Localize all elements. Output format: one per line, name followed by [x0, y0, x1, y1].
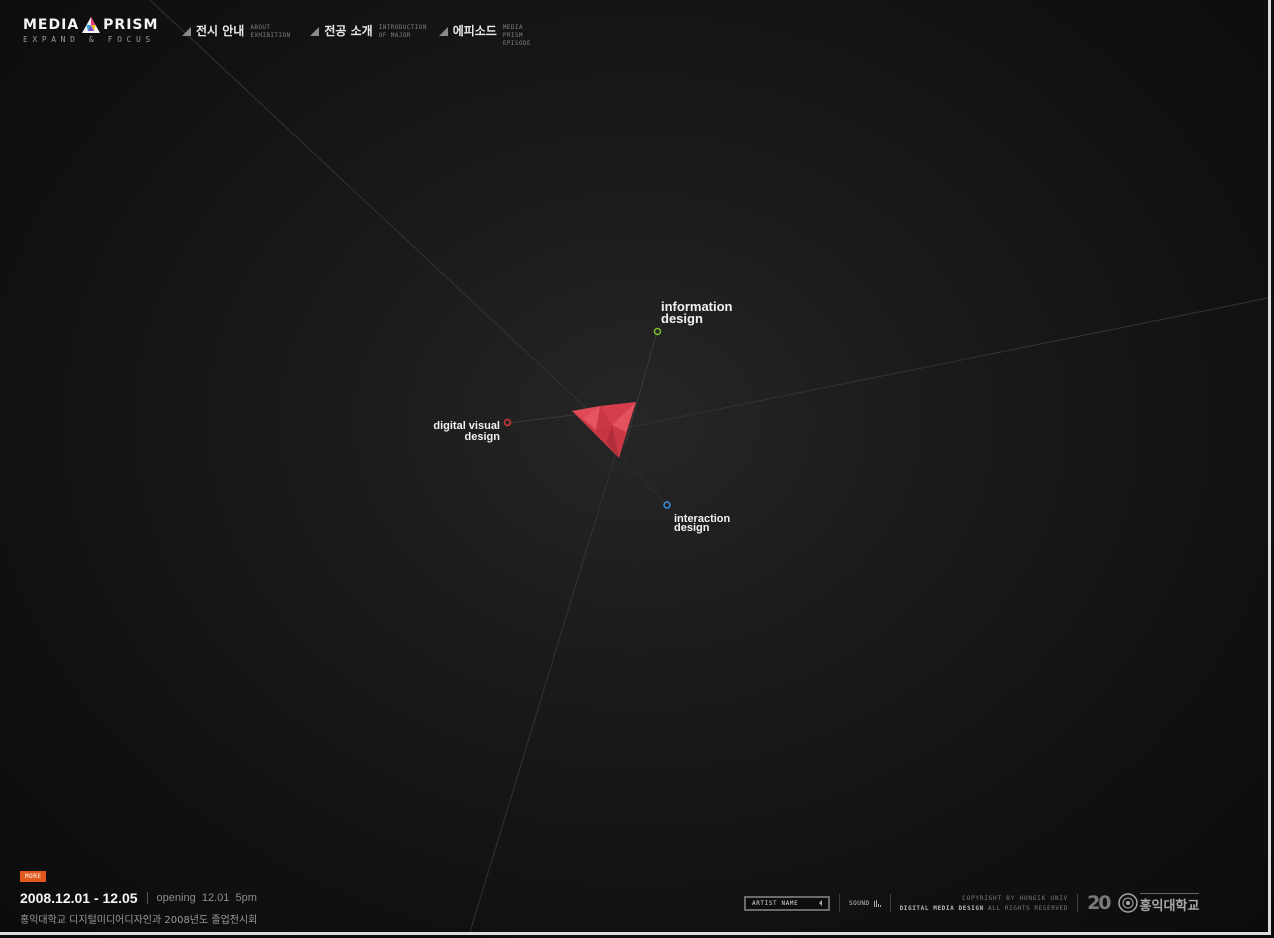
logo-tagline: EXPAND & FOCUS: [23, 35, 155, 44]
copyright-line: COPYRIGHT BY HONGIK UNIV: [962, 894, 1069, 902]
divider: [146, 892, 148, 904]
triangle-bullet-icon: [438, 27, 448, 36]
divider: [1077, 894, 1079, 912]
logo-prism: PRISM: [103, 17, 159, 33]
triangle-bullet-icon: [182, 27, 191, 36]
nav-label: 전시 안내: [196, 24, 245, 38]
divider: [839, 894, 840, 912]
exhibition-subtitle: 홍익대학교 디지털미디어디자인과 2008년도 졸업전시회: [20, 915, 258, 926]
exhibition-info: MORE 2008.12.01 - 12.05 opening 12.01 5p…: [20, 865, 257, 926]
divider: [889, 894, 891, 912]
site-logo[interactable]: MEDIA PRISM EXPAND & FOCUS: [23, 17, 158, 44]
information-node-icon[interactable]: [653, 327, 662, 336]
light-ray-bottom: [469, 439, 621, 933]
triangle-bullet-icon: [310, 27, 320, 36]
prism-logo-icon: [82, 17, 101, 33]
nav-sublabel: INTRODUCTION OF MAJOR: [378, 24, 427, 39]
nav-episode[interactable]: 에피소드 MEDIA PRISM EPISODE: [438, 23, 547, 48]
main-nav: 전시 안내 ABOUT EXHIBITION 전공 소개 INTRODUCTION…: [182, 23, 563, 48]
anniversary-badge: 20: [1087, 892, 1111, 914]
nav-label: 전공 소개: [324, 24, 373, 38]
date-row: 2008.12.01 - 12.05 opening 12.01 5pm: [20, 890, 257, 906]
exhibition-date: 2008.12.01 - 12.05: [20, 890, 138, 906]
footer-bar: ARTIST NAME SOUND COPYRIGHT BY HONGIK UN…: [744, 892, 1200, 914]
logo-media: MEDIA: [23, 17, 80, 33]
university-logo[interactable]: 홍익대학교: [1117, 892, 1200, 914]
arrow-left-icon: [819, 900, 822, 906]
nav-sublabel: MEDIA PRISM EPISODE: [502, 24, 531, 47]
light-ray-upper-left: [149, 0, 616, 436]
artist-name-label: ARTIST NAME: [752, 899, 799, 907]
nav-label: 에피소드: [452, 24, 497, 38]
digital-visual-design-link[interactable]: digital visual design: [408, 421, 500, 443]
copyright: COPYRIGHT BY HONGIK UNIV DIGITAL MEDIA D…: [900, 895, 1069, 912]
prism-scene: [149, 0, 1269, 933]
nav-introduction-of-major[interactable]: 전공 소개 INTRODUCTION OF MAJOR: [310, 23, 427, 48]
university-emblem-icon: [1117, 893, 1138, 913]
rights-line: DIGITAL MEDIA DESIGN ALL RIGHTS RESERVED: [899, 904, 1069, 912]
prism-triangle[interactable]: [572, 402, 636, 458]
interaction-design-link[interactable]: interaction design: [674, 514, 730, 534]
nav-about-exhibition[interactable]: 전시 안내 ABOUT EXHIBITION: [182, 23, 294, 48]
sound-level-icon: [873, 899, 881, 907]
artist-name-dropdown[interactable]: ARTIST NAME: [744, 895, 830, 911]
opening-info: opening 12.01 5pm: [156, 892, 257, 904]
sound-label: SOUND: [849, 899, 870, 907]
sound-toggle[interactable]: SOUND: [849, 899, 881, 907]
university-name: 홍익대학교: [1139, 892, 1200, 914]
logo-wordmark: MEDIA PRISM: [23, 17, 158, 33]
ray-information: [624, 331, 658, 446]
more-button[interactable]: MORE: [20, 871, 47, 882]
ray-interaction: [619, 454, 668, 506]
nav-sublabel: ABOUT EXHIBITION: [250, 24, 291, 39]
information-design-link[interactable]: information design: [661, 300, 733, 325]
